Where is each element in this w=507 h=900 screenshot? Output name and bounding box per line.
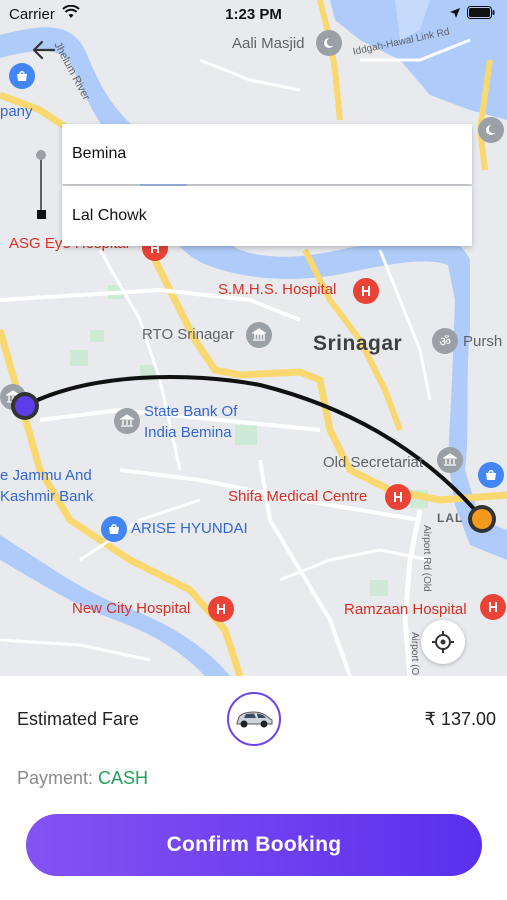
map-label-rto: RTO Srinagar [142, 326, 234, 343]
payment-row[interactable]: Payment: CASH [17, 768, 148, 789]
pickup-field[interactable]: Bemina [62, 124, 472, 184]
mosque-poi-icon [316, 30, 342, 56]
payment-method[interactable]: CASH [98, 768, 148, 788]
hospital-poi-icon-smhs [353, 278, 379, 304]
status-bar: Carrier 1:23 PM [0, 0, 507, 28]
estimated-fare-value: ₹ 137.00 [424, 709, 496, 729]
store-poi-icon-2 [478, 462, 504, 488]
booking-panel: Estimated Fare ₹ 137.00 Payment: CASH Co… [0, 676, 507, 900]
map-label-jk-bank-line2: Kashmir Bank [0, 488, 94, 505]
government-poi-icon-2 [437, 447, 463, 473]
car-type-selector[interactable] [227, 692, 281, 746]
battery-icon [467, 6, 495, 19]
mosque-poi-icon-2 [478, 117, 504, 143]
bank-poi-icon [114, 408, 140, 434]
map-label-new-city-hospital: New City Hospital [72, 600, 191, 617]
map-label-smhs-hospital: S.M.H.S. Hospital [218, 281, 337, 298]
map-label-shifa: Shifa Medical Centre [228, 488, 368, 505]
destination-field[interactable]: Lal Chowk [62, 186, 472, 246]
crosshair-icon [432, 631, 454, 653]
map-label-aali-masjid: Aali Masjid [232, 35, 305, 52]
pickup-dot-icon [36, 150, 46, 160]
drop-square-icon [37, 210, 46, 219]
car-icon [236, 711, 273, 728]
map-label-purshyar: Pursh [463, 333, 503, 350]
location-arrow-icon [450, 7, 460, 18]
route-card: Bemina Lal Chowk [62, 124, 472, 246]
map-label-arise-hyundai: ARISE HYUNDAI [131, 520, 248, 537]
hospital-poi-icon-shifa [385, 484, 411, 510]
map-label-old-secretariat: Old Secretariat [323, 454, 424, 471]
hospital-poi-icon-ramzaan [480, 594, 506, 620]
status-time: 1:23 PM [225, 6, 282, 23]
map-label-airport-road-2: Airport (O [409, 632, 420, 676]
map-label-ramzaan-hospital: Ramzaan Hospital [344, 601, 467, 618]
store-poi-icon [9, 63, 35, 89]
drop-marker[interactable] [466, 503, 498, 535]
my-location-button[interactable] [421, 620, 465, 664]
store-poi-icon-3 [101, 516, 127, 542]
payment-label: Payment: [17, 768, 99, 788]
confirm-booking-button[interactable]: Confirm Booking [26, 814, 482, 876]
map-label-airport-road-1: Airport Rd (Old [421, 525, 432, 592]
back-button[interactable] [28, 36, 60, 64]
pickup-marker[interactable] [9, 390, 41, 422]
map-label-sbi-line2: India Bemina [144, 424, 232, 441]
map-label-srinagar: Srinagar [313, 332, 403, 355]
map-label-company: pany [0, 103, 33, 120]
route-indicator [36, 150, 46, 219]
map-view[interactable]: ॐ Aali Masjid Jhelum River Iddgah-Hawal … [0, 0, 507, 676]
map-label-lal-chowk: LAL [437, 511, 464, 525]
temple-poi-icon: ॐ [432, 328, 458, 354]
back-arrow-icon [32, 40, 56, 60]
estimated-fare-label: Estimated Fare [17, 709, 140, 729]
map-label-jk-bank-line1: e Jammu And [0, 467, 92, 484]
hospital-poi-icon-newcity [208, 596, 234, 622]
map-label-sbi-line1: State Bank Of [144, 403, 238, 420]
government-poi-icon [246, 322, 272, 348]
